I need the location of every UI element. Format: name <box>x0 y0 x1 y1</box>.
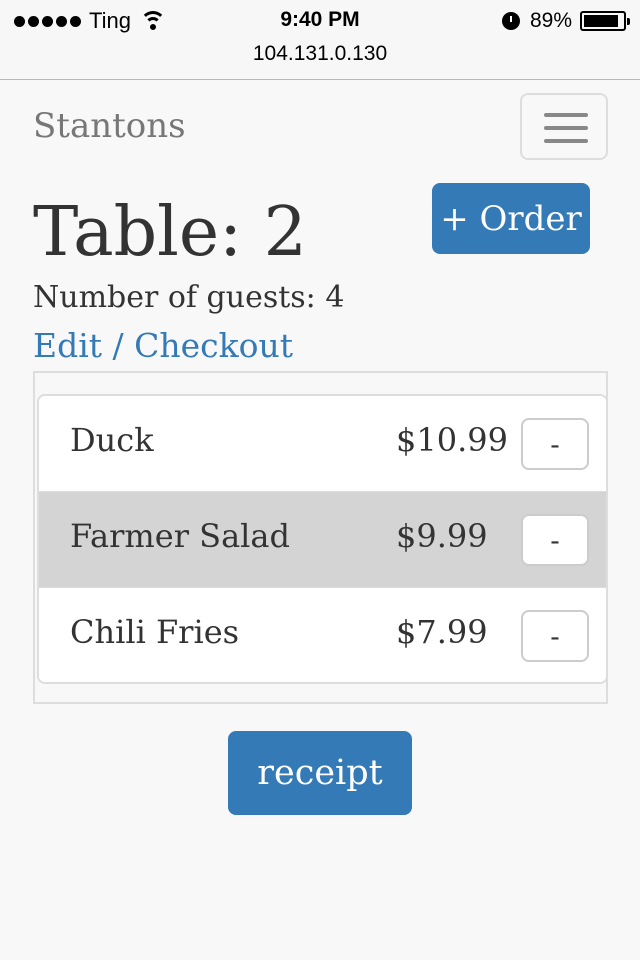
hamburger-menu-icon[interactable] <box>520 93 608 160</box>
receipt-button[interactable]: receipt <box>228 731 412 815</box>
status-right: 89% <box>501 8 630 34</box>
guest-count: Number of guests: 4 <box>33 280 345 315</box>
list-item[interactable]: Duck $10.99 - <box>39 396 606 492</box>
battery-percent: 89% <box>529 9 572 32</box>
edit-checkout-link[interactable]: Edit / Checkout <box>33 326 293 365</box>
remove-item-button[interactable]: - <box>521 610 589 662</box>
battery-icon <box>580 11 630 31</box>
list-item[interactable]: Chili Fries $7.99 - <box>39 588 606 682</box>
list-item[interactable]: Farmer Salad $9.99 - <box>39 492 606 588</box>
item-name: Duck <box>70 421 154 459</box>
add-order-button[interactable]: + Order <box>432 183 590 254</box>
item-price: $10.99 <box>396 421 508 459</box>
item-price: $9.99 <box>396 517 488 555</box>
item-name: Farmer Salad <box>70 517 290 555</box>
order-item-list: Duck $10.99 - Farmer Salad $9.99 - Chili… <box>37 394 608 684</box>
alarm-icon <box>501 12 520 30</box>
brand-link[interactable]: Stantons <box>33 106 186 146</box>
remove-item-button[interactable]: - <box>521 418 589 470</box>
page-title: Table: 2 <box>33 193 307 272</box>
item-name: Chili Fries <box>70 613 240 651</box>
order-panel: Duck $10.99 - Farmer Salad $9.99 - Chili… <box>33 371 608 704</box>
status-bar: Ting 9:40 PM 89% 104.131.0.130 <box>0 0 640 80</box>
item-price: $7.99 <box>396 613 488 651</box>
remove-item-button[interactable]: - <box>521 514 589 566</box>
url-bar[interactable]: 104.131.0.130 <box>0 42 640 66</box>
